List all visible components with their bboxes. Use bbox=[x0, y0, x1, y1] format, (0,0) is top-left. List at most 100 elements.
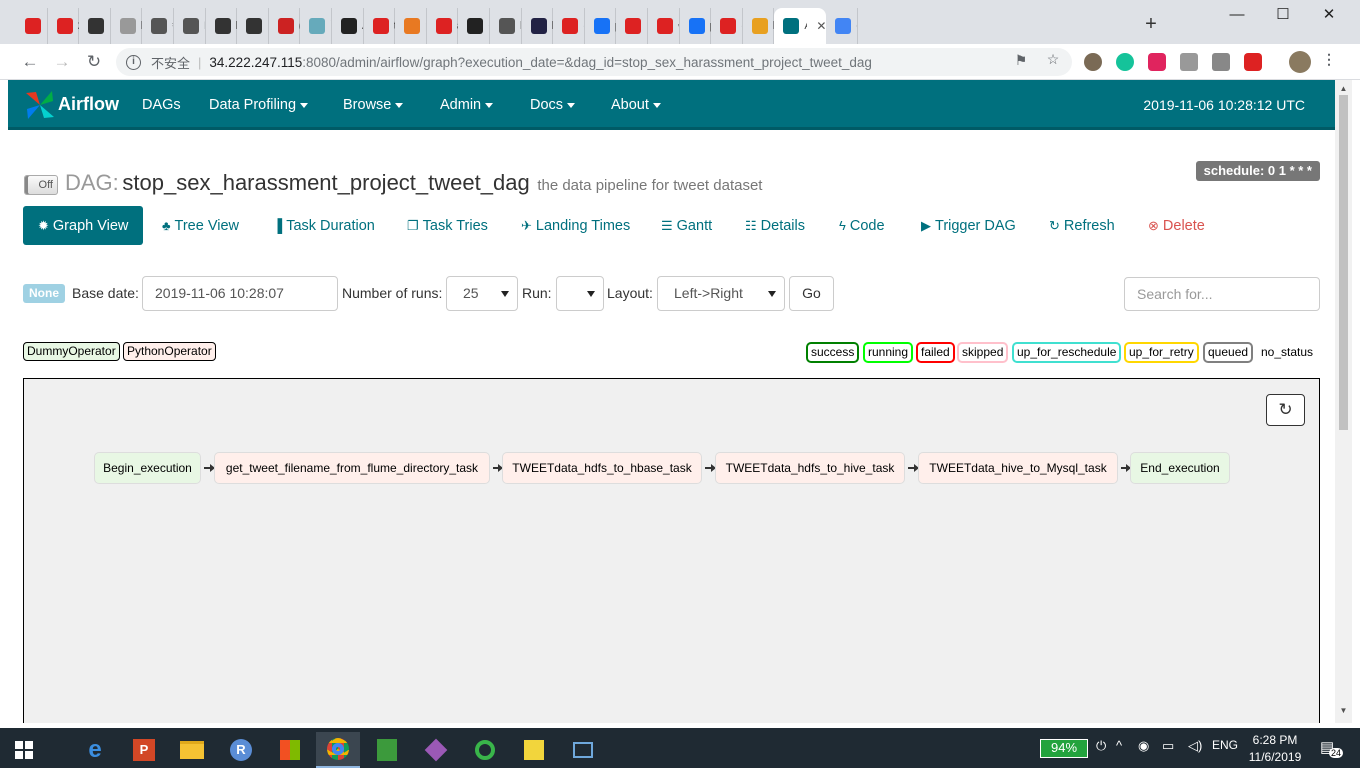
legend-running[interactable]: running bbox=[863, 342, 914, 363]
browser-tab[interactable]: l bbox=[522, 8, 554, 44]
extension-shield-icon[interactable] bbox=[1244, 53, 1262, 71]
chrome-app[interactable] bbox=[316, 732, 360, 768]
sheets-app[interactable] bbox=[365, 732, 409, 768]
legend-success[interactable]: success bbox=[806, 342, 860, 363]
browser-tab[interactable]: ( bbox=[553, 8, 585, 44]
dag-pause-toggle[interactable]: Off bbox=[24, 175, 58, 195]
system-clock[interactable]: 6:28 PM 11/6/2019 bbox=[1240, 732, 1310, 766]
legend-queued[interactable]: queued bbox=[1203, 342, 1254, 363]
file-explorer-app[interactable] bbox=[170, 732, 214, 768]
tab-task-tries[interactable]: ❐ Task Tries bbox=[407, 206, 488, 245]
graph-node-hdfs-to-hbase[interactable]: TWEETdata_hdfs_to_hbase_task bbox=[502, 452, 702, 484]
browser-menu-icon[interactable]: ⋮ bbox=[1320, 51, 1338, 69]
browser-tab[interactable]: p bbox=[395, 8, 427, 44]
browser-tab[interactable]: l bbox=[743, 8, 775, 44]
close-window-button[interactable]: ✕ bbox=[1306, 4, 1352, 26]
airflow-logo-icon[interactable] bbox=[24, 89, 56, 121]
browser-tab[interactable]: ( bbox=[711, 8, 743, 44]
go-button[interactable]: Go bbox=[789, 276, 834, 311]
browser-tab[interactable]: p bbox=[680, 8, 712, 44]
bookmark-star-icon[interactable]: ☆ bbox=[1044, 51, 1062, 69]
tab-trigger-dag[interactable]: ▶ Trigger DAG bbox=[921, 206, 1016, 245]
antivirus-icon[interactable]: ◉ bbox=[1138, 738, 1149, 754]
browser-tab[interactable]: ĺ bbox=[300, 8, 332, 44]
refresh-graph-button[interactable]: ↻ bbox=[1266, 394, 1305, 426]
nav-dags[interactable]: DAGs bbox=[142, 97, 181, 113]
tab-gantt[interactable]: ☰ Gantt bbox=[661, 206, 712, 245]
extension-grammarly-icon[interactable] bbox=[1116, 53, 1134, 71]
browser-tab[interactable]: ŧ bbox=[142, 8, 174, 44]
tab-details[interactable]: ☷ Details bbox=[745, 206, 805, 245]
browser-tab[interactable]: í bbox=[79, 8, 111, 44]
dag-graph-canvas[interactable]: ↻ Begin_execution get_tweet_filename_fro… bbox=[23, 378, 1320, 723]
scrollbar-thumb[interactable] bbox=[1339, 95, 1348, 430]
powerpoint-app[interactable]: P bbox=[122, 732, 166, 768]
tab-refresh[interactable]: ↻ Refresh bbox=[1049, 206, 1115, 245]
legend-failed[interactable]: failed bbox=[916, 342, 955, 363]
browser-tab[interactable]: a bbox=[427, 8, 459, 44]
circle-app[interactable] bbox=[463, 732, 507, 768]
browser-tab[interactable]: A bbox=[332, 8, 364, 44]
minimize-button[interactable]: — bbox=[1214, 4, 1260, 26]
nav-docs[interactable]: Docs bbox=[530, 97, 576, 113]
browser-tab[interactable]: l bbox=[237, 8, 269, 44]
legend-up-for-retry[interactable]: up_for_retry bbox=[1124, 342, 1199, 363]
battery-icon[interactable]: ▭ bbox=[1162, 738, 1174, 754]
nav-about[interactable]: About bbox=[611, 97, 661, 113]
edge-app[interactable]: e bbox=[73, 732, 117, 768]
browser-tab[interactable]: C bbox=[458, 8, 490, 44]
extension-edit-icon[interactable] bbox=[1212, 53, 1230, 71]
tab-code[interactable]: ϟ Code bbox=[839, 206, 885, 245]
nav-browse[interactable]: Browse bbox=[343, 97, 404, 113]
airflow-brand[interactable]: Airflow bbox=[58, 94, 119, 115]
extension-download-icon[interactable] bbox=[1180, 53, 1198, 71]
volume-icon[interactable]: ◁) bbox=[1188, 738, 1202, 754]
tab-delete[interactable]: ⊗ Delete bbox=[1148, 206, 1205, 245]
back-icon[interactable]: ← bbox=[18, 50, 42, 74]
legend-no-status[interactable]: no_status bbox=[1256, 342, 1319, 363]
graph-node-hdfs-to-hive[interactable]: TWEETdata_hdfs_to_hive_task bbox=[715, 452, 905, 484]
extension-media-icon[interactable] bbox=[1148, 53, 1166, 71]
nav-data-profiling[interactable]: Data Profiling bbox=[209, 97, 309, 113]
tab-tree-view[interactable]: ♣ Tree View bbox=[162, 206, 239, 245]
store-app[interactable] bbox=[268, 732, 312, 768]
tab-task-duration[interactable]: ▐ Task Duration bbox=[273, 206, 375, 245]
address-bar[interactable]: i 不安全 | 34.222.247.115:8080/admin/airflo… bbox=[116, 48, 1072, 76]
task-search-input[interactable]: Search for... bbox=[1124, 277, 1320, 311]
nav-admin[interactable]: Admin bbox=[440, 97, 494, 113]
scroll-up-icon[interactable]: ▲ bbox=[1339, 84, 1348, 93]
translate-icon[interactable]: ⚑ bbox=[1012, 52, 1030, 70]
number-of-runs-select[interactable]: 25 bbox=[446, 276, 518, 311]
run-select[interactable] bbox=[556, 276, 604, 311]
browser-tab[interactable]: t bbox=[364, 8, 396, 44]
r-app[interactable]: R bbox=[219, 732, 263, 768]
profile-avatar[interactable] bbox=[1289, 51, 1311, 73]
battery-percentage[interactable]: 94% bbox=[1040, 739, 1088, 758]
close-tab-icon[interactable]: ✕ bbox=[816, 19, 826, 33]
browser-tab[interactable]: F bbox=[174, 8, 206, 44]
sticky-app[interactable] bbox=[512, 732, 556, 768]
browser-tab[interactable]: 2 bbox=[48, 8, 80, 44]
graph-node-end-execution[interactable]: End_execution bbox=[1130, 452, 1230, 484]
new-tab-button[interactable]: + bbox=[1140, 12, 1162, 36]
browser-tab[interactable]: F bbox=[616, 8, 648, 44]
browser-tab[interactable]: ē bbox=[826, 8, 858, 44]
browser-tab[interactable]: ㄱ bbox=[16, 8, 48, 44]
show-hidden-icons-icon[interactable]: ^ bbox=[1116, 738, 1122, 753]
graph-node-get-tweet-filename[interactable]: get_tweet_filename_from_flume_directory_… bbox=[214, 452, 490, 484]
power-icon[interactable]: ⏻ bbox=[1096, 738, 1106, 754]
network-app[interactable] bbox=[561, 732, 605, 768]
language-indicator[interactable]: ENG bbox=[1212, 738, 1238, 752]
tab-landing-times[interactable]: ✈ Landing Times bbox=[521, 206, 630, 245]
layout-select[interactable]: Left->Right bbox=[657, 276, 785, 311]
forward-icon[interactable]: → bbox=[50, 50, 74, 74]
graph-node-begin-execution[interactable]: Begin_execution bbox=[94, 452, 201, 484]
start-button[interactable] bbox=[2, 732, 46, 768]
site-info-icon[interactable]: i bbox=[126, 54, 141, 70]
git-app[interactable] bbox=[414, 732, 458, 768]
tab-graph-view[interactable]: ✹ Graph View bbox=[23, 206, 144, 245]
legend-up-for-reschedule[interactable]: up_for_reschedule bbox=[1012, 342, 1122, 363]
base-date-input[interactable]: 2019-11-06 10:28:07 bbox=[142, 276, 338, 311]
browser-tab[interactable]: € bbox=[648, 8, 680, 44]
browser-tab[interactable]: ( bbox=[269, 8, 301, 44]
